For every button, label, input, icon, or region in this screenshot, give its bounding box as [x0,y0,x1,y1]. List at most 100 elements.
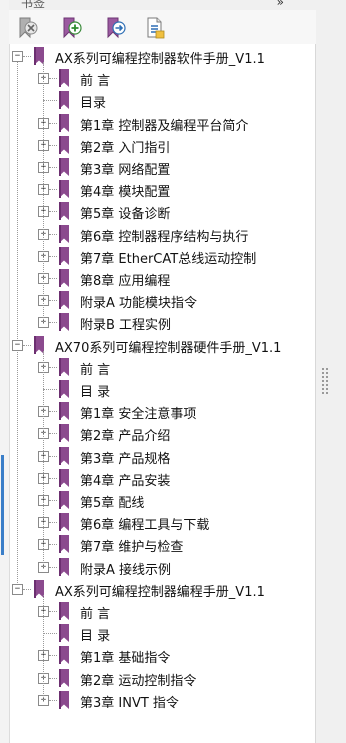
bookmark-chapter-label: 第6章 编程工具与下载 [80,518,210,534]
bookmark-chapter-label: 第3章 产品规格 [80,451,171,467]
tree-guide-line [43,350,44,567]
add-bookmark-icon [63,17,82,39]
tree-connector [23,56,31,57]
bookmark-chapter-item[interactable]: 目 录 [10,379,316,401]
tree-connector [49,477,57,479]
bookmark-icon [58,135,70,155]
bookmark-chapter-item[interactable]: + 第6章 编程工具与下载 [10,512,316,534]
tree-connector [49,655,57,657]
tree-connector [49,189,57,191]
bookmark-chapter-item[interactable]: + 附录A 接线示例 [10,557,316,579]
bookmark-chapter-item[interactable]: + 第3章 产品规格 [10,446,316,468]
bookmark-icon [58,246,70,266]
tree-connector [49,278,57,279]
bookmark-icon [58,446,70,466]
bookmark-chapter-item[interactable]: + 第4章 模块配置 [10,179,316,201]
bookmark-icon [58,557,70,577]
bookmark-chapter-item[interactable]: + 第5章 配线 [10,490,316,512]
tree-connector [49,366,57,368]
bookmark-icon [58,624,70,643]
tree-connector [49,455,57,457]
collapse-toggle[interactable]: − [12,583,23,595]
bookmark-chapter-label: 第1章 控制器及编程平台简介 [80,118,249,134]
document-properties-icon [147,17,165,39]
move-bookmark-icon [107,17,126,39]
bookmark-chapter-item[interactable]: 目录 [10,90,316,112]
bookmark-root-item[interactable]: − AX70系列可编程控制器硬件手册_V1.1 [10,335,316,357]
bookmark-chapter-label: 第6章 控制器程序结构与执行 [80,229,249,245]
bookmark-chapter-label: 第2章 产品介绍 [80,429,171,445]
tree-connector [49,411,57,413]
bookmark-chapter-item[interactable]: + 第5章 设备诊断 [10,201,316,223]
bookmark-chapter-item[interactable]: + 第3章 INVT 指令 [10,690,316,712]
bookmark-chapter-label: 第4章 模块配置 [80,185,171,201]
tree-connector [49,255,57,257]
collapse-toggle[interactable]: − [12,339,23,351]
active-panel-indicator [1,455,4,555]
tree-connector [49,611,57,612]
bookmark-chapter-item[interactable]: + 第1章 控制器及编程平台简介 [10,113,316,135]
tree-connector [43,100,57,102]
bookmark-icon [58,69,70,88]
bookmark-title: AX70系列可编程控制器硬件手册_V1.1 [55,340,282,356]
tree-connector [49,211,57,213]
bookmark-chapter-item[interactable]: + 第3章 网络配置 [10,157,316,179]
bookmark-icon [58,668,70,688]
tree-connector [49,500,57,501]
bookmark-chapter-item[interactable]: + 附录A 功能模块指令 [10,290,316,312]
bookmark-chapter-item[interactable]: + 第2章 入门指引 [10,135,316,157]
bookmark-chapter-item[interactable]: + 第1章 基础指令 [10,645,316,667]
bookmark-icon [58,91,70,110]
bookmark-chapter-item[interactable]: + 第4章 产品安装 [10,468,316,490]
bookmark-icon [58,224,70,244]
bookmark-chapter-item[interactable]: + 附录B 工程实例 [10,312,316,334]
bookmark-chapter-item[interactable]: + 第2章 运动控制指令 [10,668,316,690]
bookmark-icon [58,380,70,399]
bookmark-root-item[interactable]: − AX系列可编程控制器编程手册_V1.1 [10,579,316,601]
bookmark-chapter-label: 第4章 产品安装 [80,473,171,489]
bookmark-chapter-label: 前 言 [80,607,111,622]
tree-connector [43,389,57,390]
bookmark-chapter-item[interactable]: + 前 言 [10,357,316,379]
collapse-panel-button[interactable]: » [277,0,284,9]
bookmark-chapter-label: 第3章 网络配置 [80,163,171,178]
bookmark-chapter-label: 第1章 基础指令 [80,651,171,667]
bookmark-icon [58,468,70,488]
bookmark-chapter-item[interactable]: + 第6章 控制器程序结构与执行 [10,224,316,246]
bookmark-chapter-label: 第5章 配线 [80,496,145,511]
bookmark-chapter-item[interactable]: + 第8章 应用编程 [10,268,316,290]
tree-connector [49,122,57,124]
add-bookmark-button[interactable] [61,16,83,40]
tree-connector [49,144,57,146]
left-panel-edge [0,0,10,743]
bookmark-chapter-item[interactable]: + 第7章 维护与检查 [10,534,316,556]
tree-connector [49,566,57,568]
move-bookmark-button[interactable] [105,16,127,40]
splitter-grip[interactable] [322,368,324,394]
tree-connector [49,544,57,546]
bookmark-chapter-item[interactable]: + 前 言 [10,601,316,623]
bookmark-chapter-item[interactable]: + 第1章 安全注意事项 [10,401,316,423]
bookmark-root-item[interactable]: − AX系列可编程控制器软件手册_V1.1 [10,46,316,68]
bookmark-chapter-label: 前 言 [80,74,111,90]
delete-bookmark-icon [19,17,38,39]
tree-connector [49,433,57,435]
bookmark-chapter-item[interactable]: + 第2章 产品介绍 [10,423,316,445]
bookmark-chapter-item[interactable]: + 第7章 EtherCAT总线运动控制 [10,246,316,268]
bookmark-chapter-label: 第7章 维护与检查 [80,540,184,556]
bookmark-icon [58,291,70,310]
bookmark-chapter-item[interactable]: + 前 言 [10,68,316,90]
collapse-toggle[interactable]: − [12,51,23,62]
delete-bookmark-button[interactable] [17,16,39,40]
tree-connector [49,522,57,524]
bookmark-chapter-label: 附录A 接线示例 [80,562,172,578]
bookmark-chapter-item[interactable]: 目 录 [10,623,316,645]
bookmark-icon [58,402,70,421]
bookmark-icon [58,158,70,177]
bookmark-properties-button[interactable] [145,16,167,40]
tree-connector [49,167,57,168]
tree-connector [49,699,57,701]
splitter-grip[interactable] [326,368,328,394]
bookmark-icon [58,313,70,332]
right-splitter[interactable] [315,0,346,743]
